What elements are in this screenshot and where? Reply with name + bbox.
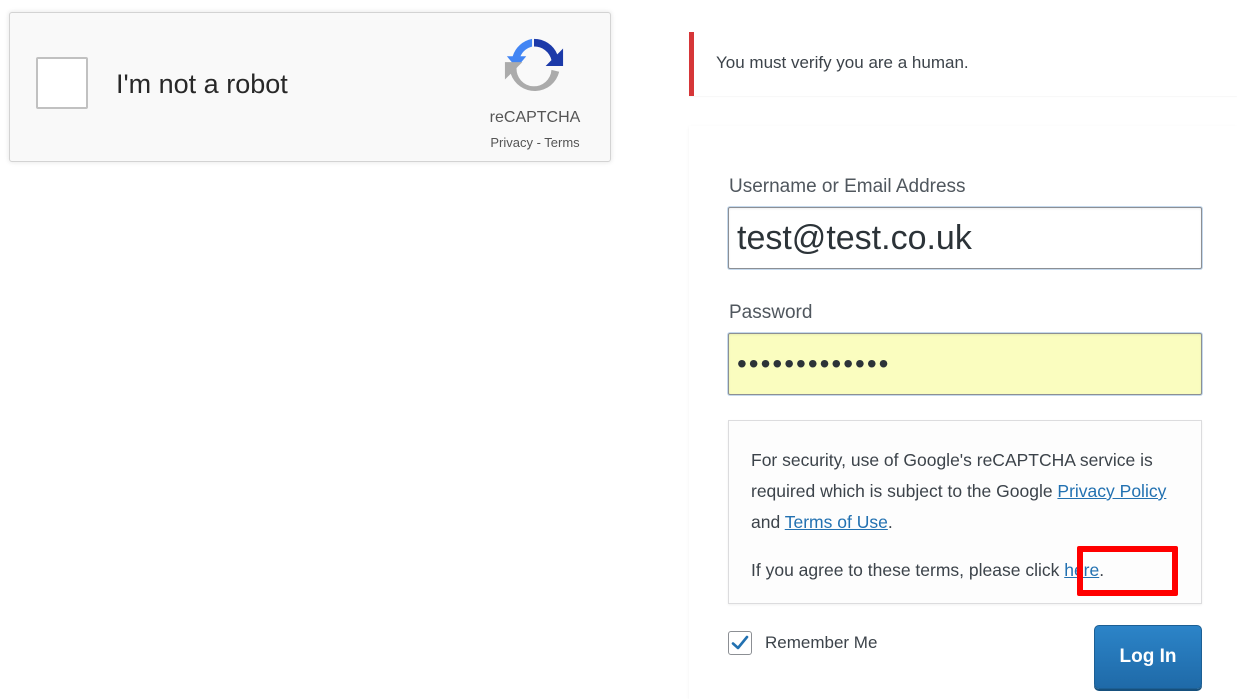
recaptcha-checkbox[interactable] (36, 57, 88, 109)
remember-me-label: Remember Me (765, 633, 878, 652)
password-label: Password (729, 302, 813, 323)
agree-paragraph: If you agree to these terms, please clic… (751, 555, 1179, 586)
recaptcha-privacy-link[interactable]: Privacy (490, 135, 533, 150)
error-notice: You must verify you are a human. (689, 32, 1237, 96)
recaptcha-terms-link[interactable]: Terms (544, 135, 579, 150)
terms-period: . (887, 512, 893, 532)
agree-period: . (1099, 560, 1105, 580)
remember-me-checkbox[interactable] (728, 631, 752, 655)
recaptcha-logo-icon (504, 38, 564, 92)
username-label: Username or Email Address (729, 176, 966, 197)
error-message: You must verify you are a human. (716, 53, 969, 72)
login-button[interactable]: Log In (1094, 625, 1202, 689)
recaptcha-legal-links: Privacy - Terms (465, 135, 605, 150)
terms-paragraph: For security, use of Google's reCAPTCHA … (751, 445, 1179, 538)
recaptcha-widget: I'm not a robot reCAPTCHA Privacy - Term… (9, 12, 611, 162)
terms-of-use-link[interactable]: Terms of Use (785, 512, 888, 532)
recaptcha-link-separator: - (532, 135, 545, 150)
checkmark-icon (731, 635, 749, 650)
here-link[interactable]: here (1064, 560, 1099, 580)
agree-text: If you agree to these terms, please clic… (751, 560, 1065, 580)
recaptcha-terms-box: For security, use of Google's reCAPTCHA … (728, 420, 1202, 604)
privacy-policy-link[interactable]: Privacy Policy (1057, 481, 1166, 501)
login-form: Username or Email Address Password For s… (689, 126, 1237, 699)
recaptcha-brand: reCAPTCHA (489, 109, 581, 126)
username-input[interactable] (728, 207, 1202, 269)
password-input[interactable] (728, 333, 1202, 395)
and-text: and (751, 512, 785, 532)
recaptcha-checkbox-label: I'm not a robot (116, 69, 288, 99)
